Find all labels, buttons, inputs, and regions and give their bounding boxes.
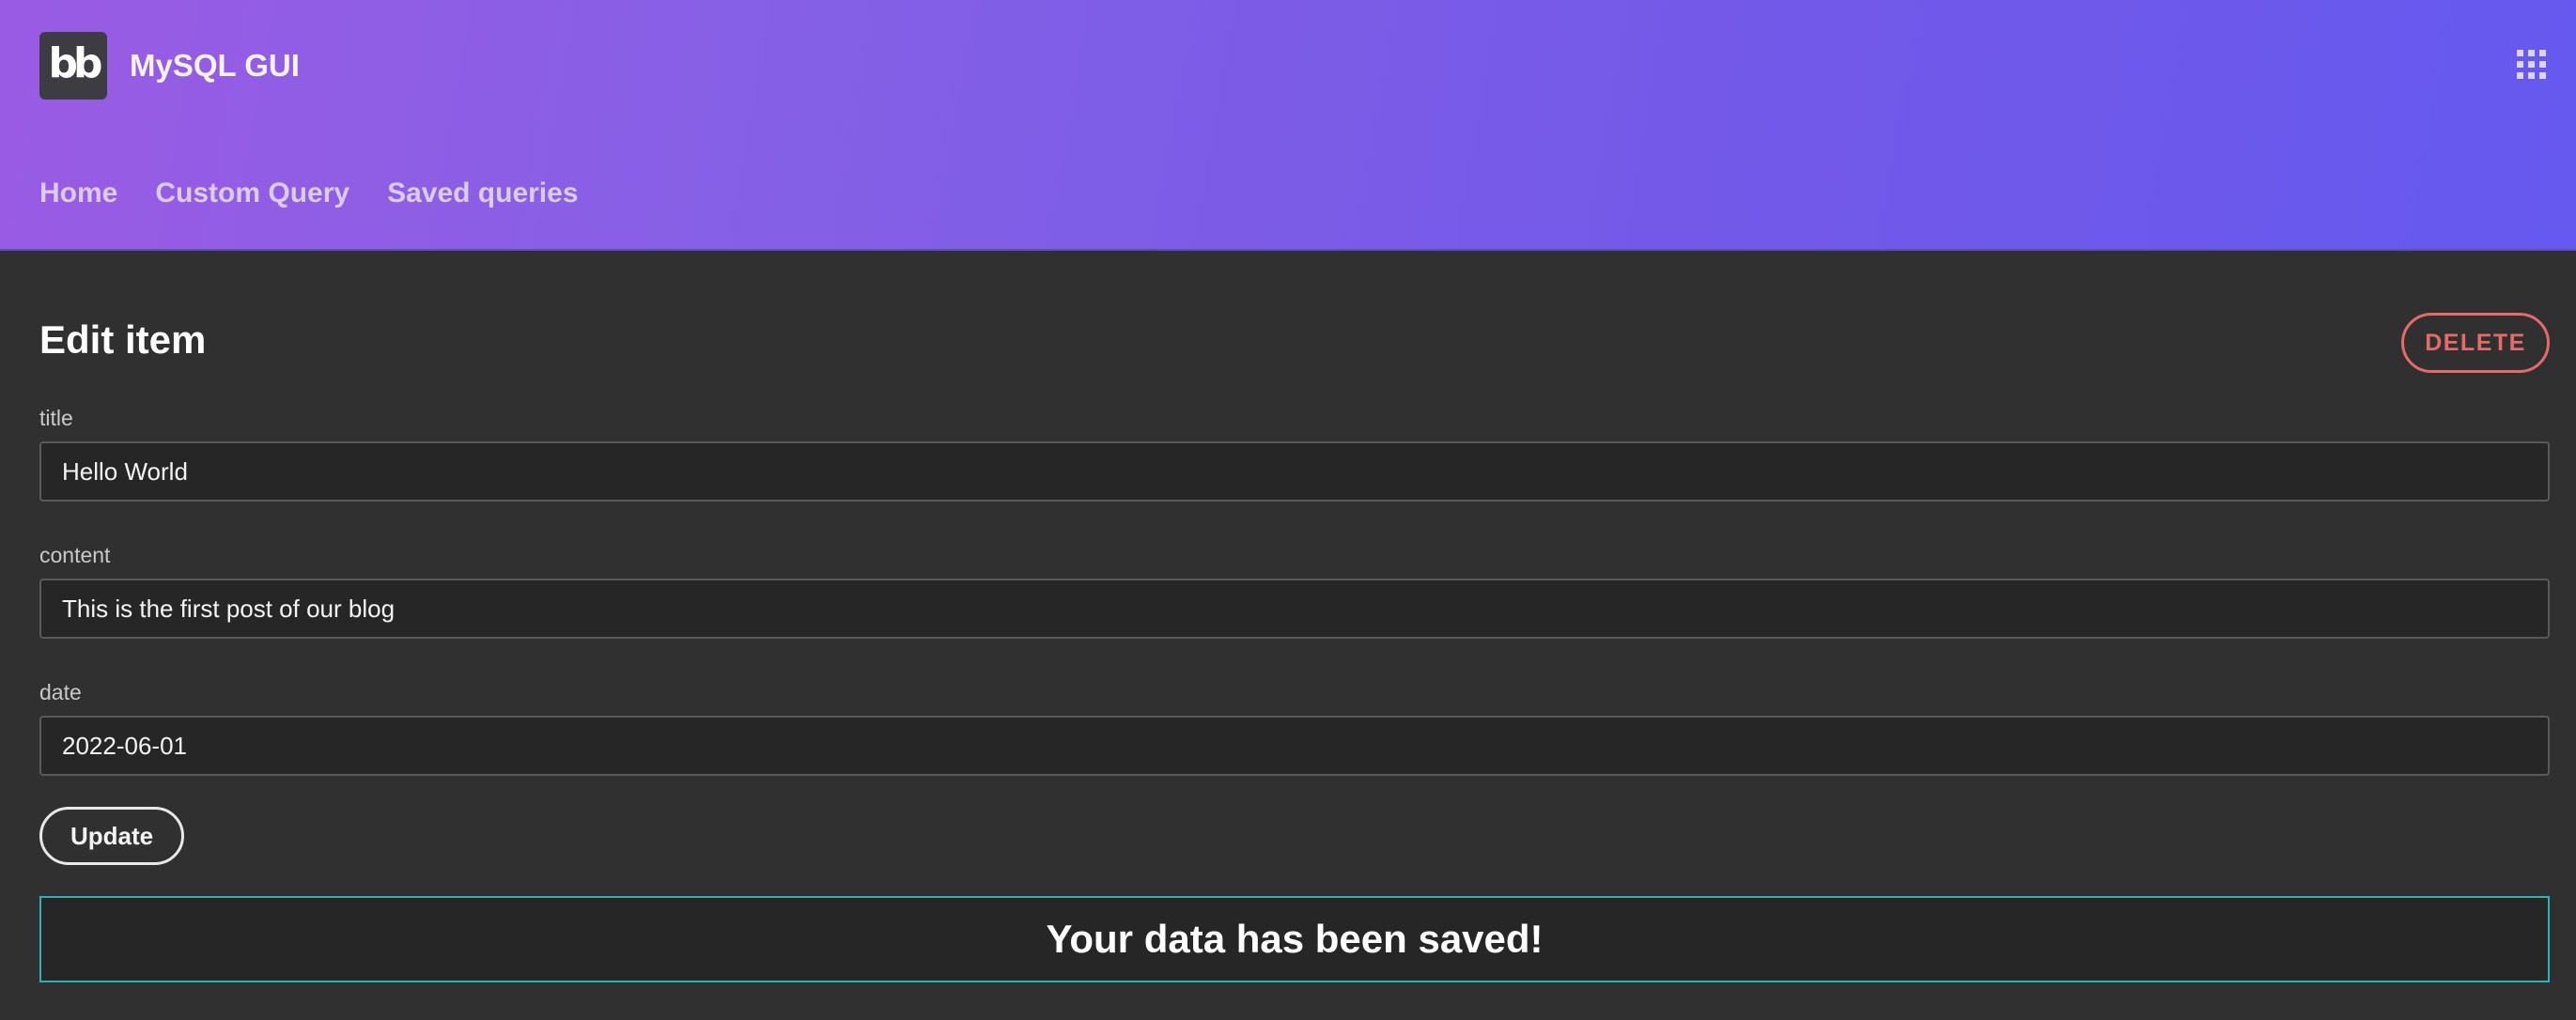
success-message: Your data has been saved! xyxy=(1046,917,1544,961)
app-header: bb MySQL GUI Home Custom Query Saved que… xyxy=(0,0,2576,251)
nav-item-custom-query[interactable]: Custom Query xyxy=(155,175,349,212)
success-notification: Your data has been saved! xyxy=(39,896,2550,982)
page-title: Edit item xyxy=(39,317,207,362)
delete-button[interactable]: DELETE xyxy=(2401,313,2550,373)
logo-text: bb xyxy=(48,39,103,87)
app-title: MySQL GUI xyxy=(130,48,300,83)
nav-item-home[interactable]: Home xyxy=(39,175,117,212)
app-logo[interactable]: bb xyxy=(39,32,107,100)
content-field[interactable] xyxy=(39,579,2550,639)
main-nav: Home Custom Query Saved queries xyxy=(39,175,579,212)
title-field-label: title xyxy=(39,406,73,430)
content-field-label: content xyxy=(39,543,111,567)
date-field-label: date xyxy=(39,680,82,704)
date-field[interactable] xyxy=(39,716,2550,776)
title-field[interactable] xyxy=(39,441,2550,502)
update-button[interactable]: Update xyxy=(39,807,184,865)
nav-item-saved-queries[interactable]: Saved queries xyxy=(387,175,578,212)
grid-apps-icon[interactable] xyxy=(2517,50,2547,80)
